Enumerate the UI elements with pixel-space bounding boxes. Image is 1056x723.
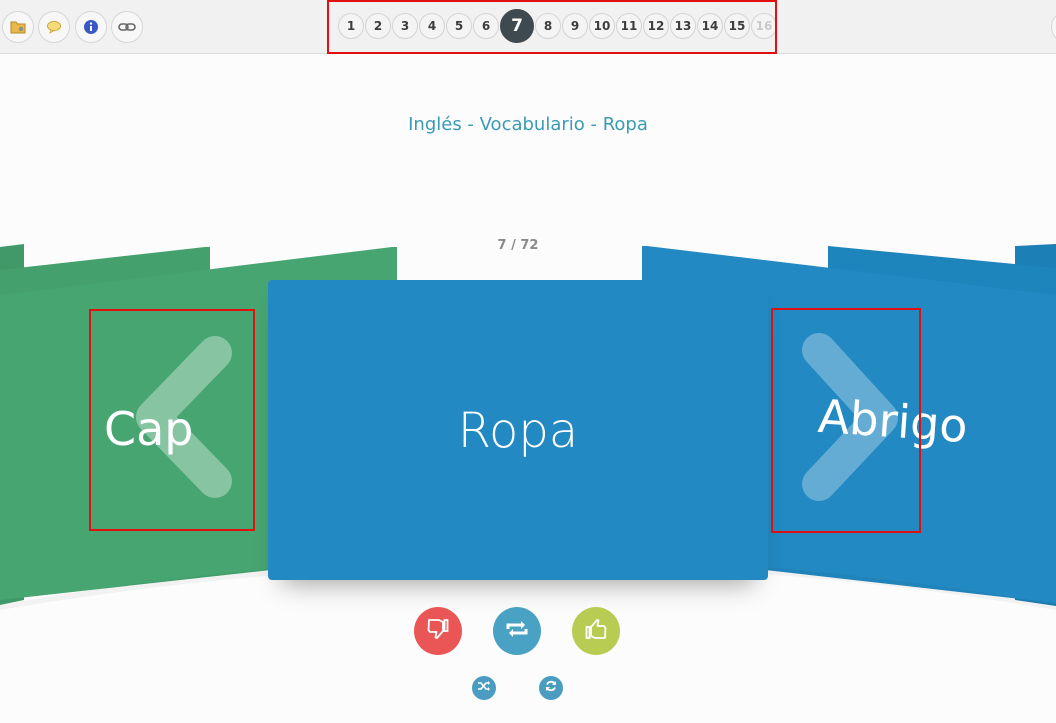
previous-card-button[interactable] <box>89 309 255 531</box>
dont-know-button[interactable] <box>414 607 462 655</box>
chevron-right-icon <box>802 333 898 501</box>
thumbs-up-icon <box>583 616 609 647</box>
repeat-button[interactable] <box>493 607 541 655</box>
shuffle-icon <box>477 679 491 697</box>
reset-button[interactable] <box>539 676 563 700</box>
next-card-button[interactable] <box>771 308 921 533</box>
current-card[interactable]: Ropa <box>268 280 768 580</box>
shuffle-button[interactable] <box>472 676 496 700</box>
know-button[interactable] <box>572 607 620 655</box>
current-card-word: Ropa <box>457 403 579 459</box>
flashcard-app: 1 2 3 4 5 6 7 8 9 10 11 12 13 14 15 16 Inglés - Vocabul… <box>0 0 1056 723</box>
repeat-icon <box>504 618 530 645</box>
thumbs-down-icon <box>425 616 451 647</box>
refresh-icon <box>544 679 558 698</box>
chevron-left-icon <box>136 336 232 498</box>
